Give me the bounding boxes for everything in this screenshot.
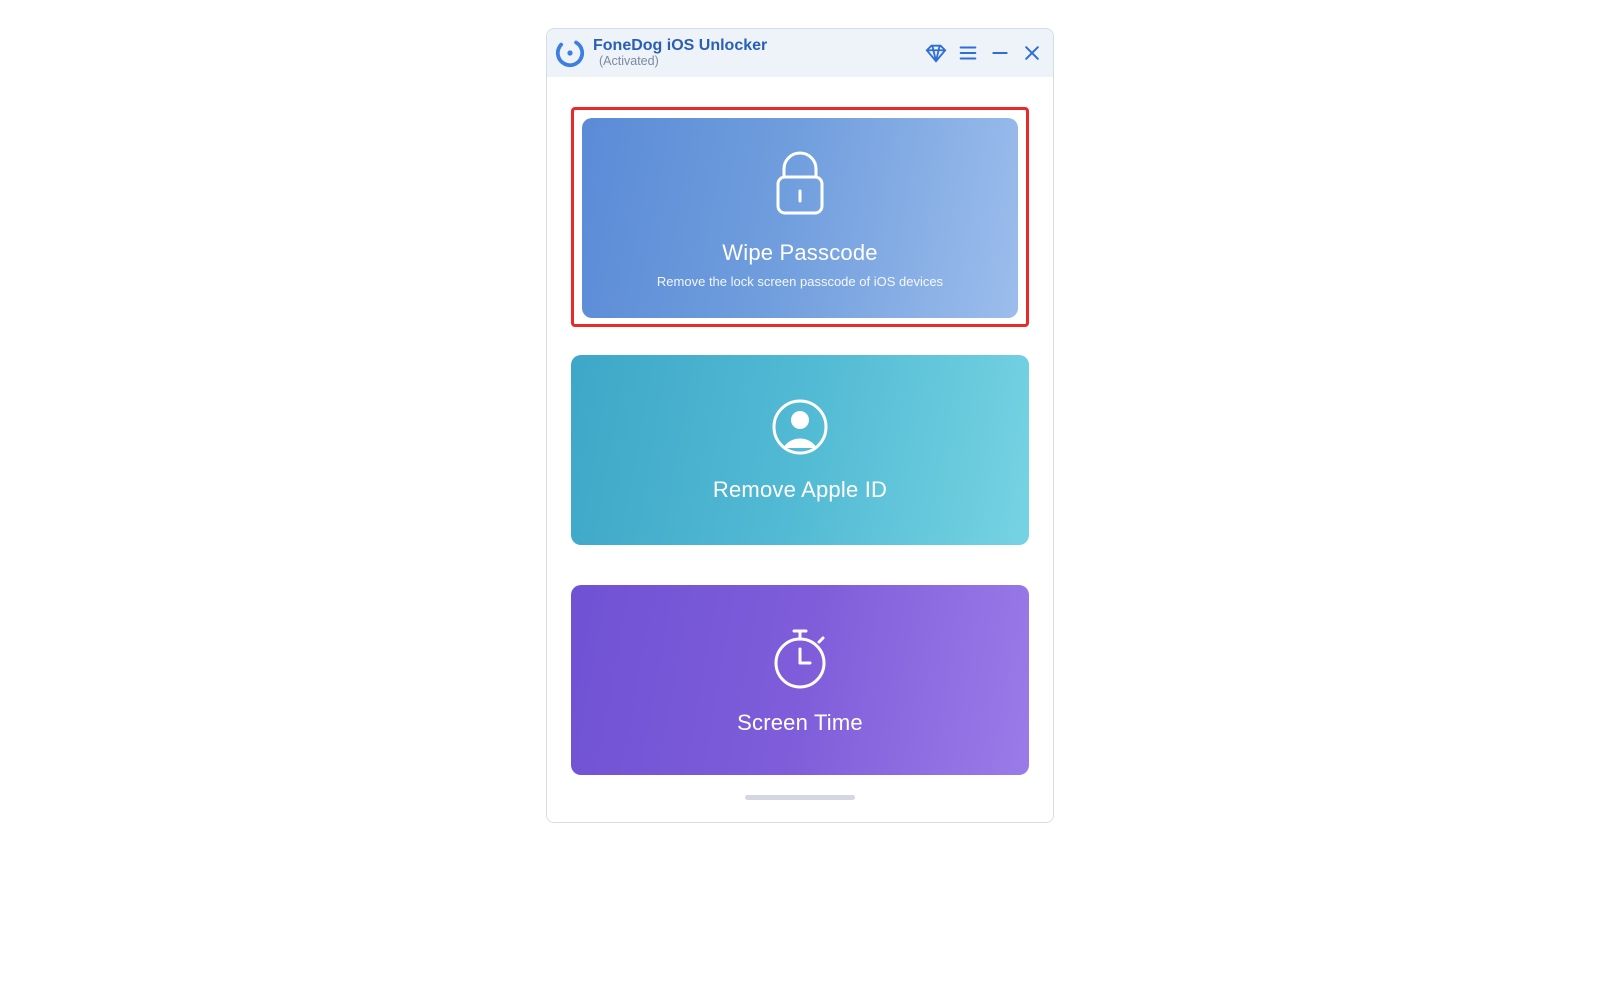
titlebar-actions <box>925 42 1043 64</box>
remove-apple-id-title: Remove Apple ID <box>713 477 887 503</box>
close-icon[interactable] <box>1021 42 1043 64</box>
screen-time-title: Screen Time <box>737 710 863 736</box>
person-icon <box>771 398 829 461</box>
remove-apple-id-card[interactable]: Remove Apple ID <box>571 355 1029 545</box>
app-title: FoneDog iOS Unlocker <box>593 37 925 55</box>
drag-handle[interactable] <box>745 795 855 800</box>
wipe-passcode-card[interactable]: Wipe Passcode Remove the lock screen pas… <box>582 118 1018 318</box>
wipe-passcode-title: Wipe Passcode <box>722 240 877 266</box>
menu-icon[interactable] <box>957 42 979 64</box>
main-content: Wipe Passcode Remove the lock screen pas… <box>547 77 1053 822</box>
titlebar: FoneDog iOS Unlocker (Activated) <box>547 29 1053 77</box>
premium-icon[interactable] <box>925 42 947 64</box>
app-logo-icon <box>555 38 585 68</box>
screen-time-card[interactable]: Screen Time <box>571 585 1029 775</box>
app-window: FoneDog iOS Unlocker (Activated) <box>546 28 1054 823</box>
minimize-icon[interactable] <box>989 42 1011 64</box>
lock-icon <box>766 147 834 224</box>
stopwatch-icon <box>770 625 830 694</box>
wipe-passcode-subtitle: Remove the lock screen passcode of iOS d… <box>657 274 943 289</box>
titlebar-text: FoneDog iOS Unlocker (Activated) <box>593 37 925 70</box>
highlight-annotation: Wipe Passcode Remove the lock screen pas… <box>571 107 1029 327</box>
app-status: (Activated) <box>599 54 925 69</box>
